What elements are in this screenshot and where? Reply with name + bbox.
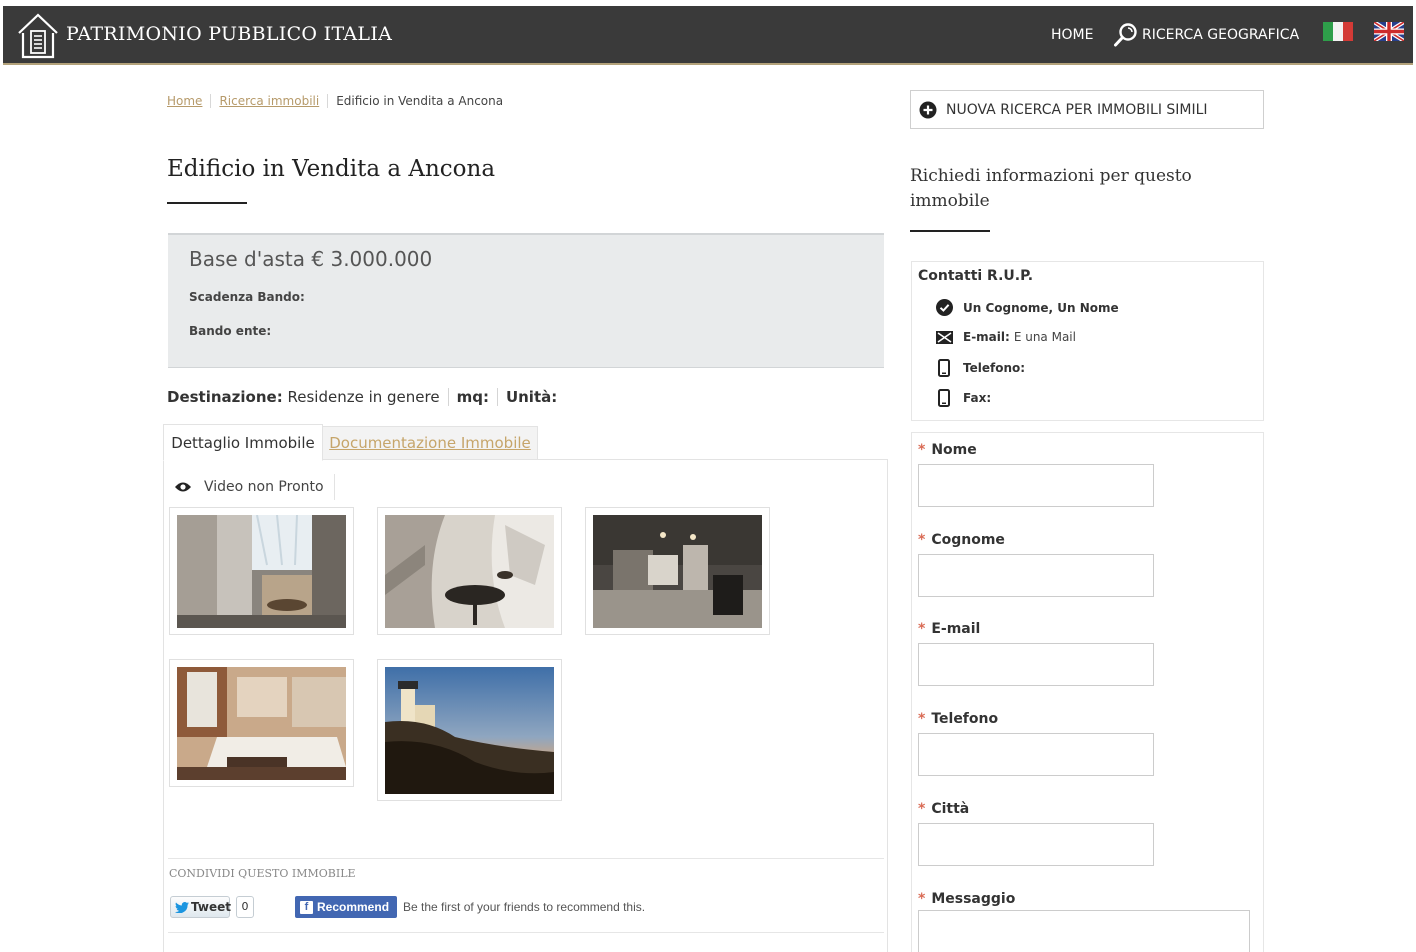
separator [333, 474, 335, 500]
auction-base-price: Base d'asta € 3.000.000 [189, 247, 433, 271]
required-marker: * [918, 711, 926, 727]
divider [168, 858, 884, 859]
nav-home-link[interactable]: HOME [1051, 27, 1093, 43]
price-box: Base d'asta € 3.000.000 Scadenza Bando: … [168, 233, 884, 368]
required-marker: * [918, 442, 926, 458]
check-circle-icon [935, 299, 953, 316]
tab-property-detail[interactable]: Dettaglio Immobile [163, 424, 323, 461]
property-summary: Destinazione: Residenze in genere mq: Un… [167, 388, 557, 406]
gallery-thumbnail-4[interactable] [169, 659, 354, 787]
building-logo-icon[interactable] [15, 11, 61, 61]
email-field-label-text: E-mail [931, 621, 981, 637]
fax-phone-icon [938, 389, 950, 407]
cave-room-photo [385, 515, 554, 628]
eye-icon [175, 482, 191, 492]
top-navbar: PATRIMONIO PUBBLICO ITALIA HOME RICERCA … [3, 6, 1413, 65]
required-marker: * [918, 891, 926, 907]
tweet-button[interactable]: Tweet [170, 896, 231, 918]
nome-label-text: Nome [931, 442, 977, 458]
cognome-input[interactable] [918, 554, 1154, 597]
breadcrumb-home-link[interactable]: Home [167, 94, 202, 108]
divider [168, 932, 884, 933]
email-input[interactable] [918, 643, 1154, 686]
telefono-label: * Telefono [918, 711, 998, 727]
contacts-box: Contatti R.U.P. Un Cognome, Un Nome E-ma… [911, 261, 1264, 421]
breadcrumb-separator [327, 94, 329, 108]
email-field-label: * E-mail [918, 621, 980, 637]
required-marker: * [918, 801, 926, 817]
messaggio-textarea[interactable] [918, 910, 1250, 952]
deadline-label: Scadenza Bando: [189, 290, 305, 304]
kitchen-photo [593, 515, 762, 628]
destination-label: Destinazione: [167, 388, 283, 406]
facebook-recommend-button[interactable]: f Recommend [295, 896, 397, 918]
units-label: Unità: [505, 388, 558, 406]
living-room-photo [177, 667, 346, 780]
telefono-label-text: Telefono [931, 711, 999, 727]
contact-name: Un Cognome, Un Nome [963, 300, 1119, 315]
new-search-label: NUOVA RICERCA PER IMMOBILI SIMILI [946, 101, 1208, 118]
site-brand[interactable]: PATRIMONIO PUBBLICO ITALIA [66, 23, 392, 45]
tweet-count: 0 [236, 896, 254, 918]
recommend-label: Recommend [317, 900, 390, 914]
cognome-label: * Cognome [918, 532, 1005, 548]
title-underline [910, 230, 990, 232]
contacts-title: Contatti R.U.P. [918, 268, 1034, 284]
uk-flag-icon[interactable] [1374, 22, 1404, 41]
tender-entity-label: Bando ente: [189, 324, 272, 338]
title-underline [167, 202, 247, 204]
gallery-thumbnail-2[interactable] [377, 507, 562, 635]
citta-label-text: Città [931, 801, 970, 817]
telefono-input[interactable] [918, 733, 1154, 776]
tweet-label: Tweet [191, 900, 231, 914]
citta-label: * Città [918, 801, 969, 817]
search-icon[interactable] [1113, 22, 1139, 48]
contact-email-row: E-mail: E una Mail [934, 330, 1076, 344]
bathroom-photo [177, 515, 346, 628]
messaggio-label: * Messaggio [918, 891, 1015, 907]
email-label: E-mail: [963, 330, 1010, 344]
nome-input[interactable] [918, 464, 1154, 507]
gallery-thumbnail-5[interactable] [377, 659, 562, 801]
separator [447, 388, 449, 406]
gallery-thumbnail-1[interactable] [169, 507, 354, 635]
gallery-thumbnail-3[interactable] [585, 507, 770, 635]
envelope-icon [935, 330, 953, 344]
plus-circle-icon [919, 101, 937, 118]
info-request-form [911, 432, 1264, 952]
contact-phone-row: Telefono: [934, 359, 1029, 377]
required-marker: * [918, 621, 926, 637]
cognome-label-text: Cognome [931, 532, 1005, 548]
request-info-title: Richiedi informazioni per questo immobil… [910, 166, 1192, 211]
page-title: Edificio in Vendita a Ancona [167, 156, 496, 182]
contact-fax-row: Fax: [934, 389, 995, 407]
facebook-social-text: Be the first of your friends to recommen… [403, 900, 646, 914]
citta-input[interactable] [918, 823, 1154, 866]
destination-value: Residenze in genere [287, 388, 440, 406]
video-status: Video non Pronto [170, 474, 335, 500]
tab-property-documentation[interactable]: Documentazione Immobile [322, 426, 538, 460]
breadcrumb-search-link[interactable]: Ricerca immobili [219, 94, 319, 108]
new-similar-search-button[interactable]: NUOVA RICERCA PER IMMOBILI SIMILI [910, 90, 1264, 129]
contact-name-row: Un Cognome, Un Nome [934, 299, 1123, 316]
required-marker: * [918, 532, 926, 548]
share-label: CONDIVIDI QUESTO IMMOBILE [169, 867, 356, 880]
phone-label: Telefono: [963, 361, 1026, 375]
lighthouse-photo [385, 667, 554, 794]
italian-flag-icon[interactable] [1323, 22, 1353, 41]
nome-label: * Nome [918, 442, 977, 458]
messaggio-label-text: Messaggio [931, 891, 1016, 907]
twitter-bird-icon [175, 902, 189, 913]
breadcrumb-separator [210, 94, 212, 108]
email-value[interactable]: E una Mail [1014, 330, 1076, 344]
fax-label: Fax: [963, 391, 992, 405]
breadcrumb: Home Ricerca immobili Edificio in Vendit… [167, 94, 503, 108]
mq-label: mq: [456, 388, 489, 406]
separator [496, 388, 498, 406]
mobile-phone-icon [938, 359, 950, 377]
video-status-label: Video non Pronto [204, 479, 324, 495]
breadcrumb-current: Edificio in Vendita a Ancona [336, 94, 504, 108]
nav-geo-search-link[interactable]: RICERCA GEOGRAFICA [1142, 27, 1299, 43]
facebook-icon: f [300, 901, 313, 914]
